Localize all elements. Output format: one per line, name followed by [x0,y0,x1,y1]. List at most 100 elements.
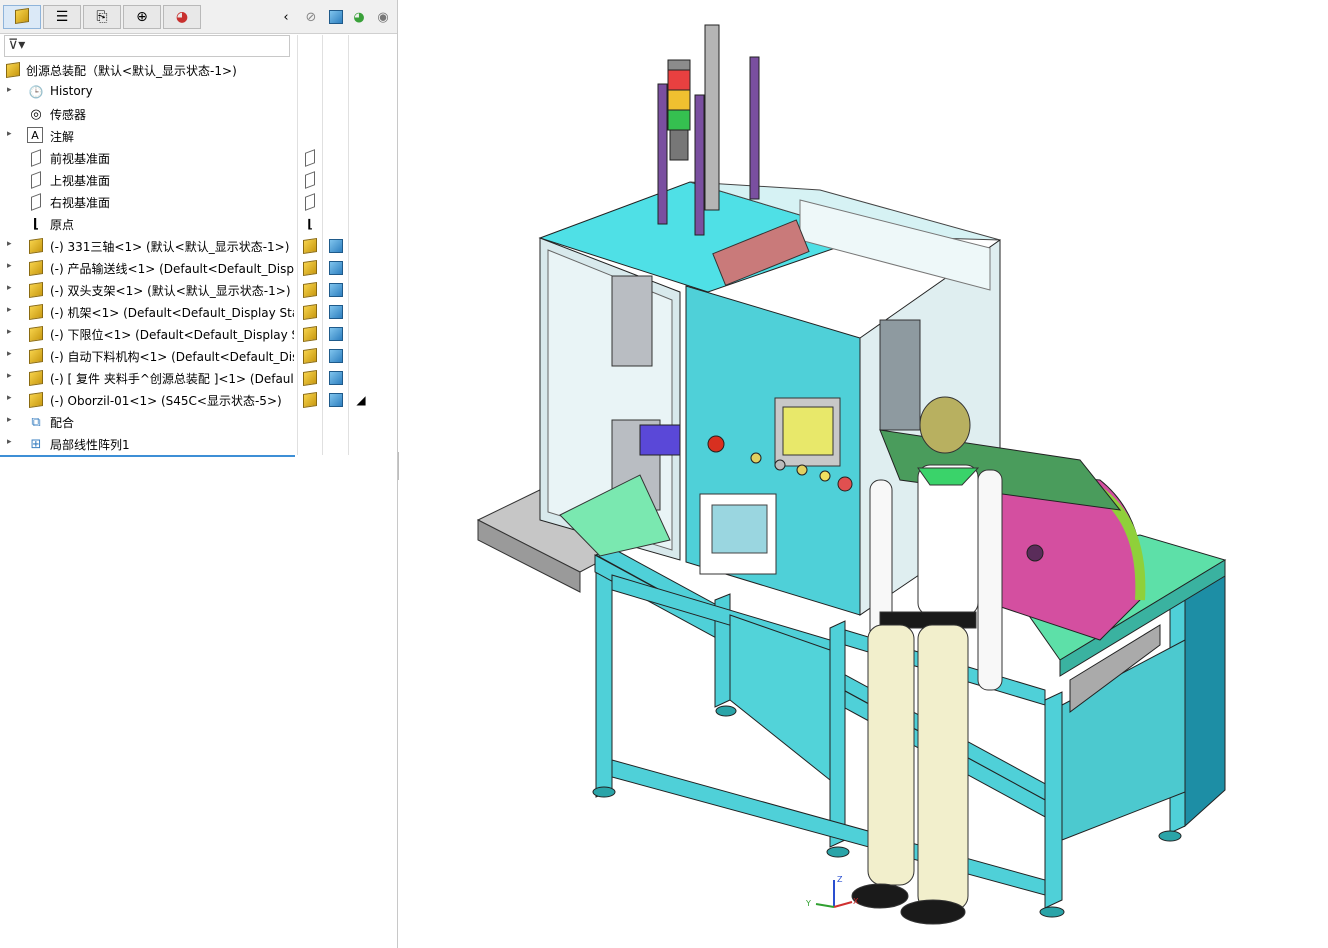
tree-item[interactable]: ▸ ⧉ 配合 [0,411,397,433]
expand-arrow-icon[interactable]: ▸ [7,437,17,447]
configuration-manager-tab[interactable]: ⎘ [83,5,121,29]
component-visibility-icon[interactable] [301,259,319,277]
tree-item[interactable]: 右视基准面 [0,191,397,213]
tree-item[interactable]: ▸ (-) 产品输送线<1> (Default<Default_Display [0,257,397,279]
tower-light-green [667,109,691,131]
triad-y-label: Y [805,899,811,908]
dimxpert-tab[interactable]: ⊕ [123,5,161,29]
expand-arrow-icon[interactable]: ▸ [7,371,17,381]
mates-icon: ⧉ [31,414,41,430]
tree-item-label: 配合 [50,416,75,430]
tree-item-label: 右视基准面 [50,196,111,210]
expand-arrow-icon[interactable]: ▸ [7,85,17,95]
subassembly-icon [27,369,45,387]
subassembly-icon [27,281,45,299]
annotation-icon: A [27,127,43,143]
feature-manager-panel: ☰ ⎘ ⊕ ◕ ‹ ⊘ ◕ ◉ ⊽▾ 创源总装配（默认<默认_显示状态-1>) … [0,0,398,948]
tree-item[interactable]: ◎ 传感器 [0,103,397,125]
tree-item[interactable]: ⌊ 原点 ⌊ [0,213,397,235]
expand-arrow-icon[interactable]: ▸ [7,129,17,139]
display-mode-icon[interactable] [327,325,345,343]
component-visibility-icon[interactable] [301,369,319,387]
expand-arrow-icon[interactable]: ▸ [7,239,17,249]
assembly-cube-icon [15,7,29,26]
tree-item[interactable]: ▸ (-) 双头支架<1> (默认<默认_显示状态-1>) [0,279,397,301]
plane-visibility-icon[interactable] [301,171,319,189]
triad-x-label: X [853,897,859,906]
component-visibility-icon[interactable] [301,281,319,299]
internal-cylinder [611,275,653,367]
hide-show-icon[interactable]: ⊘ [302,8,320,26]
tree-item[interactable]: ▸ ⊞ 局部线性阵列1 [0,433,397,455]
expand-arrow-icon[interactable]: ▸ [7,393,17,403]
guide-post [694,94,705,236]
expand-arrow-icon[interactable]: ▸ [7,283,17,293]
property-manager-tab[interactable]: ☰ [43,5,81,29]
emergency-stop [837,476,853,492]
guide-post [749,56,760,200]
expand-arrow-icon[interactable]: ▸ [7,305,17,315]
tree-item-label: History [50,84,93,98]
transparency-icon[interactable]: ◉ [374,8,392,26]
display-mode-icon[interactable] [327,237,345,255]
plane-icon [27,171,45,189]
panel-tab-bar: ☰ ⎘ ⊕ ◕ ‹ ⊘ ◕ ◉ [0,0,397,34]
side-cabinet [1184,559,1226,828]
tree-item[interactable]: ▸ 🕒 History [0,81,397,103]
tree-item-label: (-) 产品输送线<1> (Default<Default_Display [50,262,294,276]
component-visibility-icon[interactable] [301,303,319,321]
tree-item[interactable]: 前视基准面 [0,147,397,169]
tree-item-label: 注解 [50,130,75,144]
view-triad: Z X Y [804,872,864,917]
triad-z-label: Z [837,875,843,884]
display-mode-icon[interactable] [327,8,345,26]
appearance-corner-icon[interactable]: ◢ [352,391,370,409]
display-mode-icon[interactable] [327,369,345,387]
subassembly-icon [27,259,45,277]
display-mode-icon[interactable] [327,259,345,277]
plane-visibility-icon[interactable] [301,149,319,167]
feature-manager-tab[interactable] [3,5,41,29]
origin-icon: ⌊ [33,216,39,232]
tree-item[interactable]: ▸ (-) 下限位<1> (Default<Default_Display Sta [0,323,397,345]
expand-arrow-icon[interactable]: ▸ [7,415,17,425]
tree-item-label: (-) 下限位<1> (Default<Default_Display Sta [50,328,294,342]
display-mode-icon[interactable] [327,303,345,321]
guide-post [657,83,668,225]
display-mode-icon[interactable] [327,391,345,409]
filter-icon: ⊽▾ [8,37,26,53]
assembly-3d-model [476,24,1227,925]
tree-item-label: (-) 自动下料机构<1> (Default<Default_Disp [50,350,294,364]
graphics-viewport[interactable]: Z X Y [399,0,1328,948]
component-visibility-icon[interactable] [301,391,319,409]
display-mode-icon[interactable] [327,347,345,365]
tree-item[interactable]: ▸ A 注解 [0,125,397,147]
tree-item[interactable]: ▸ (-) 331三轴<1> (默认<默认_显示状态-1>) [0,235,397,257]
main-switch [707,435,725,453]
component-visibility-icon[interactable] [301,347,319,365]
plane-visibility-icon[interactable] [301,193,319,211]
tree-item[interactable]: ▸ (-) Oborzil-01<1> (S45C<显示状态-5>) ◢ [0,389,397,411]
tree-root-assembly[interactable]: 创源总装配（默认<默认_显示状态-1>) [0,59,397,81]
expand-arrow-icon[interactable]: ▸ [7,349,17,359]
component-visibility-icon[interactable] [301,237,319,255]
appearance-icon[interactable]: ◕ [350,8,368,26]
tree-filter-input[interactable]: ⊽▾ [4,35,290,57]
display-manager-tab[interactable]: ◕ [163,5,201,29]
tree-item-label: 传感器 [50,108,87,122]
tree-item[interactable]: ▸ (-) 机架<1> (Default<Default_Display Stat… [0,301,397,323]
history-folder-icon: 🕒 [28,85,44,99]
tree-item[interactable]: 上视基准面 [0,169,397,191]
component-visibility-icon[interactable] [301,325,319,343]
expand-arrow-icon[interactable]: ▸ [7,261,17,271]
tree-item[interactable]: ▸ (-) [ 复件 夹料手^创源总装配 ]<1> (Default< [0,367,397,389]
collapse-arrow-icon[interactable]: ‹ [277,8,295,26]
origin-visibility-icon[interactable]: ⌊ [301,215,319,233]
tree-item[interactable]: ▸ (-) 自动下料机构<1> (Default<Default_Disp [0,345,397,367]
tower-light-yellow [667,89,691,111]
tree-item-label: 原点 [50,218,75,232]
expand-arrow-icon[interactable]: ▸ [7,327,17,337]
subassembly-icon [27,325,45,343]
tree-item-label: (-) 331三轴<1> (默认<默认_显示状态-1>) [50,240,290,254]
display-mode-icon[interactable] [327,281,345,299]
